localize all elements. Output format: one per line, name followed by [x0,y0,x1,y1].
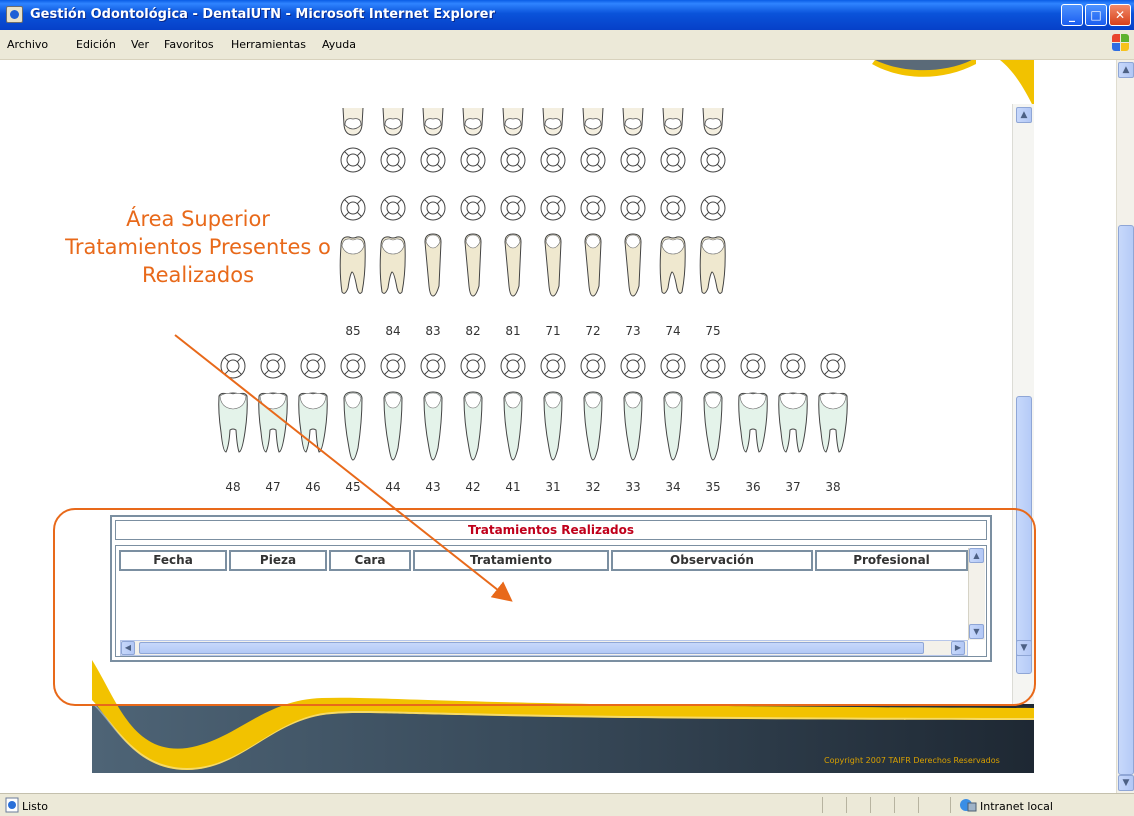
ie-page-icon [5,797,19,813]
menu-archivo[interactable]: Archivo [7,38,48,51]
menu-edicion[interactable]: Edición [76,38,116,51]
window-title: Gestión Odontológica - DentalUTN - Micro… [30,7,495,22]
browser-vertical-scrollbar[interactable]: ▲ ▼ [1116,60,1134,793]
menu-favoritos[interactable]: Favoritos [164,38,214,51]
scroll-down-icon[interactable]: ▼ [1118,775,1134,791]
minimize-button[interactable]: _ [1061,4,1083,26]
status-divider [950,797,951,813]
menu-ayuda[interactable]: Ayuda [322,38,356,51]
menu-herramientas[interactable]: Herramientas [231,38,306,51]
close-button[interactable]: ✕ [1109,4,1131,26]
status-divider [894,797,895,813]
status-divider [870,797,871,813]
page-content: ▲ ▼ 85 84 83 82 81 71 72 73 74 75 48 47 … [0,60,1116,793]
ie-page-icon [6,6,23,23]
status-divider [846,797,847,813]
menu-ver[interactable]: Ver [131,38,149,51]
scroll-up-icon[interactable]: ▲ [1118,62,1134,78]
maximize-button[interactable]: □ [1085,4,1107,26]
status-divider [822,797,823,813]
scroll-up-icon[interactable]: ▲ [1016,107,1032,123]
windows-logo-icon [1112,34,1130,52]
annotation-arrow [174,334,513,602]
copyright-text: Copyright 2007 TAIFR Derechos Reservados [824,756,1000,765]
browser-scroll-thumb[interactable] [1118,225,1134,775]
status-text: Listo [22,800,48,813]
status-divider [918,797,919,813]
title-bar: Gestión Odontológica - DentalUTN - Micro… [0,0,1134,30]
security-zone-label: Intranet local [980,800,1053,813]
intranet-zone-icon [960,799,977,812]
status-bar: Listo Intranet local [0,793,1134,816]
menu-bar: Archivo Edición Ver Favoritos Herramient… [0,30,1134,60]
